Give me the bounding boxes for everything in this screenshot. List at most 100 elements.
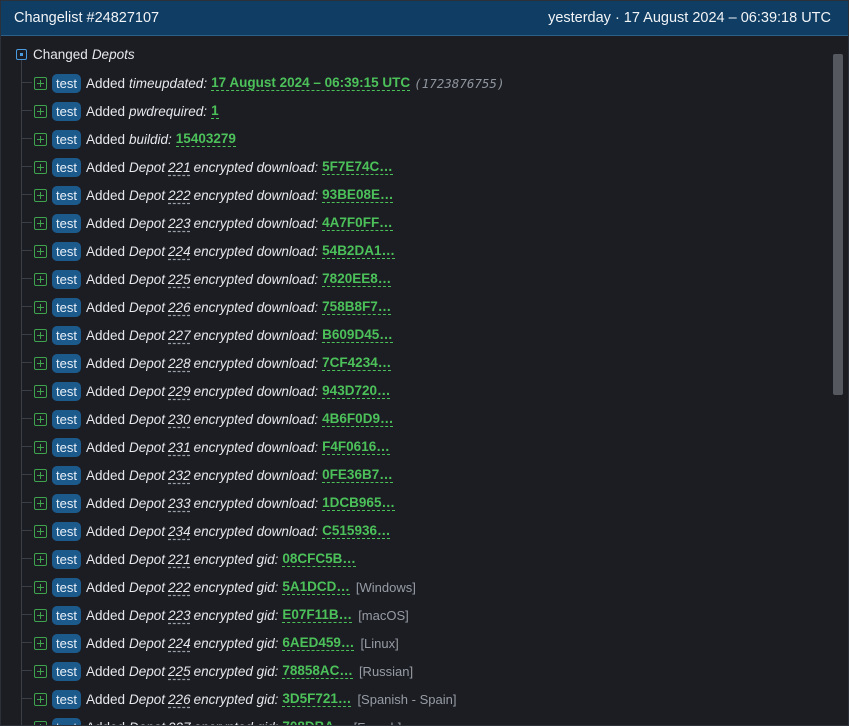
- depot-id-link[interactable]: 231: [168, 440, 191, 455]
- list-item: test Added buildid: 15403279: [21, 125, 830, 153]
- value-link[interactable]: C515936…: [322, 523, 391, 539]
- value-link[interactable]: 1: [211, 103, 219, 119]
- branch-badge: test: [52, 73, 81, 93]
- branch-badge: test: [52, 101, 81, 121]
- depot-id-link[interactable]: 224: [168, 636, 191, 651]
- value-link[interactable]: 93BE08E…: [322, 187, 394, 203]
- collapse-icon[interactable]: [16, 49, 27, 60]
- depot-label: Depot: [129, 607, 166, 623]
- key-name: encrypted download:: [193, 411, 319, 427]
- added-icon: [34, 328, 47, 342]
- section-changed-depots[interactable]: Changed Depots: [16, 47, 135, 62]
- added-icon: [34, 608, 47, 622]
- added-icon: [34, 244, 47, 258]
- depot-id-link[interactable]: 232: [168, 468, 191, 483]
- list-item: test Added Depot 224 encrypted gid: 6AED459… […: [21, 629, 830, 657]
- change-verb: Added: [85, 243, 126, 259]
- list-item: test Added Depot 226 encrypted gid: 3D5F721… […: [21, 685, 830, 713]
- value-link[interactable]: 5F7E74C…: [322, 159, 393, 175]
- value-link[interactable]: 78858AC…: [282, 663, 353, 679]
- depot-tag: [French]: [354, 720, 402, 726]
- depot-id-link[interactable]: 229: [168, 384, 191, 399]
- value-link[interactable]: 3D5F721…: [282, 691, 352, 707]
- value-link[interactable]: 17 August 2024 – 06:39:15 UTC: [211, 75, 411, 91]
- branch-badge: test: [52, 605, 81, 625]
- changelist-title[interactable]: Changelist #24827107: [14, 10, 159, 26]
- branch-badge: test: [52, 437, 81, 457]
- value-link[interactable]: 943D720…: [322, 383, 391, 399]
- change-verb: Added: [85, 159, 126, 175]
- depot-label: Depot: [129, 551, 166, 567]
- list-item: test Added Depot 231 encrypted download: F4F0…: [21, 433, 830, 461]
- section-name: Depots: [91, 47, 135, 62]
- depot-id-link[interactable]: 226: [168, 300, 191, 315]
- depot-id-link[interactable]: 221: [168, 552, 191, 567]
- value-link[interactable]: 54B2DA1…: [322, 243, 395, 259]
- scrollbar-thumb[interactable]: [833, 54, 843, 395]
- change-verb: Added: [85, 635, 126, 651]
- depot-id-link[interactable]: 221: [168, 160, 191, 175]
- depot-id-link[interactable]: 230: [168, 412, 191, 427]
- list-item: test Added Depot 230 encrypted download: 4B6F…: [21, 405, 830, 433]
- value-link[interactable]: 4B6F0D9…: [322, 411, 394, 427]
- depot-tag: [macOS]: [358, 607, 409, 623]
- key-name: encrypted gid:: [193, 607, 279, 623]
- depot-label: Depot: [129, 355, 166, 371]
- branch-badge: test: [52, 409, 81, 429]
- depot-id-link[interactable]: 224: [168, 244, 191, 259]
- depot-id-link[interactable]: 223: [168, 608, 191, 623]
- change-verb: Added: [85, 355, 126, 371]
- value-link[interactable]: E07F11B…: [282, 607, 353, 623]
- change-verb: Added: [85, 439, 126, 455]
- value-link[interactable]: 4A7F0FF…: [322, 215, 393, 231]
- list-item: test Added Depot 225 encrypted download: 7820…: [21, 265, 830, 293]
- value-link[interactable]: 1DCB965…: [322, 495, 395, 511]
- branch-badge: test: [52, 549, 81, 569]
- change-verb: Added: [85, 691, 126, 707]
- value-link[interactable]: B609D45…: [322, 327, 393, 343]
- key-name: encrypted download:: [193, 159, 319, 175]
- changelist-header: Changelist #24827107 yesterday · 17 Augu…: [1, 1, 848, 36]
- depot-label: Depot: [129, 523, 166, 539]
- depot-id-link[interactable]: 225: [168, 272, 191, 287]
- key-name: encrypted download:: [193, 327, 319, 343]
- key-name: pwdrequired:: [129, 103, 208, 119]
- value-link[interactable]: 7CF4234…: [322, 355, 392, 371]
- list-item: test Added Depot 222 encrypted download: 93BE…: [21, 181, 830, 209]
- added-icon: [34, 524, 47, 538]
- depot-label: Depot: [129, 187, 166, 203]
- key-name: encrypted gid:: [193, 691, 279, 707]
- value-link[interactable]: 758B8F7…: [322, 299, 392, 315]
- branch-badge: test: [52, 465, 81, 485]
- scrollbar[interactable]: [832, 37, 844, 725]
- depot-id-link[interactable]: 223: [168, 216, 191, 231]
- changes-tree: Changed Depots test Added timeupdated: 17 A…: [1, 37, 830, 725]
- value-link[interactable]: 0FE36B7…: [322, 467, 393, 483]
- value-link[interactable]: 08CFC5B…: [282, 551, 356, 567]
- change-verb: Added: [85, 299, 126, 315]
- added-icon: [34, 188, 47, 202]
- depot-id-link[interactable]: 233: [168, 496, 191, 511]
- timestamp-raw: (1723876755): [414, 75, 505, 91]
- depot-id-link[interactable]: 226: [168, 692, 191, 707]
- value-link[interactable]: 708DBA…: [282, 719, 347, 725]
- depot-id-link[interactable]: 222: [168, 188, 191, 203]
- value-link[interactable]: 6AED459…: [282, 635, 355, 651]
- branch-badge: test: [52, 129, 81, 149]
- value-link[interactable]: 15403279: [175, 131, 236, 147]
- depot-id-link[interactable]: 225: [168, 664, 191, 679]
- depot-label: Depot: [129, 467, 166, 483]
- added-icon: [34, 664, 47, 678]
- value-link[interactable]: F4F0616…: [322, 439, 390, 455]
- list-item: test Added Depot 223 encrypted download: 4A7F…: [21, 209, 830, 237]
- depot-id-link[interactable]: 227: [168, 328, 191, 343]
- depot-id-link[interactable]: 228: [168, 356, 191, 371]
- added-icon: [34, 384, 47, 398]
- depot-id-link[interactable]: 234: [168, 524, 191, 539]
- depot-id-link[interactable]: 227: [168, 720, 191, 726]
- value-link[interactable]: 5A1DCD…: [282, 579, 350, 595]
- value-link[interactable]: 7820EE8…: [322, 271, 392, 287]
- added-icon: [34, 440, 47, 454]
- depot-id-link[interactable]: 222: [168, 580, 191, 595]
- list-item: test Added pwdrequired: 1: [21, 97, 830, 125]
